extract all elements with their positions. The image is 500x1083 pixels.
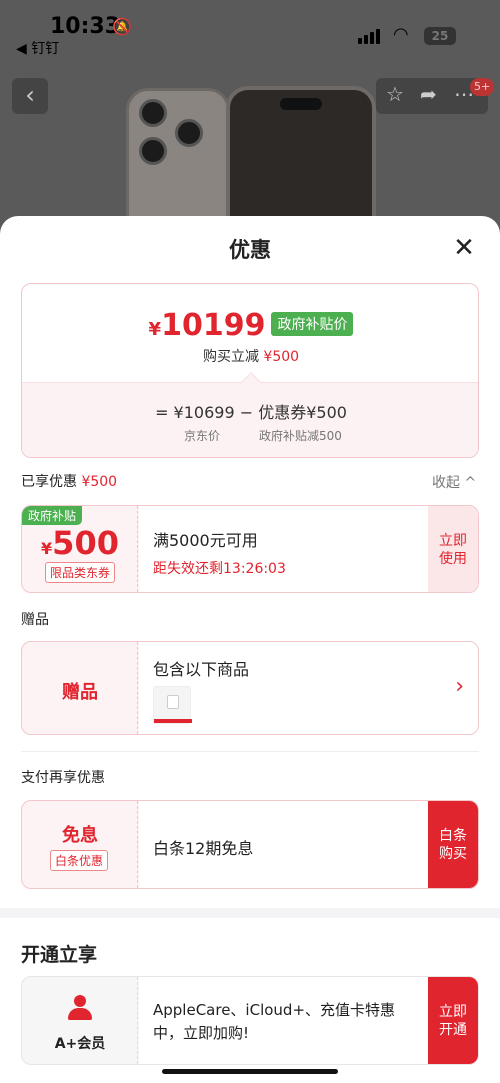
coupon-card: 政府补贴 ¥500 限品类东券 满5000元可用 距失效还剩13:26:03 已… (21, 505, 479, 593)
coupon-left: 政府补贴 ¥500 限品类东券 (22, 506, 138, 592)
section-gap (0, 908, 500, 918)
pay-section-label: 支付再享优惠 (21, 770, 105, 786)
star-icon[interactable]: ☆ (386, 82, 404, 106)
pay-title: 免息 (62, 825, 98, 846)
price-formula: = ¥10699 − 优惠券¥500 (155, 403, 347, 422)
close-icon[interactable]: ✕ (448, 232, 480, 264)
gift-left: 赠品 (22, 642, 138, 734)
camera-lens (139, 99, 167, 127)
divider (21, 751, 479, 752)
coupon-countdown: 距失效还剩13:26:03 (153, 561, 286, 577)
back-to-app-link[interactable]: ◀ 钉钉 (16, 38, 59, 58)
enjoyed-discount-label: 已享优惠 ¥500 (21, 471, 117, 491)
enjoyed-label-text: 已享优惠 (21, 474, 77, 490)
pay-left: 免息 白条优惠 (22, 801, 138, 888)
coupon-value: 500 (52, 524, 119, 562)
gov-reduction-label: 政府补贴减500 (259, 429, 342, 443)
thumbnail-strip (154, 719, 192, 723)
baitiao-button-line1: 白条 (439, 828, 467, 844)
gift-title: 赠品 (62, 682, 98, 703)
camera-lens (175, 119, 203, 147)
jd-price-label: 京东价 (184, 429, 221, 443)
price-reduction: 购买立减 ¥500 (22, 346, 478, 366)
charger-icon (167, 695, 179, 709)
pay-desc: 白条12期免息 (153, 839, 254, 858)
discount-sheet: 优惠 ✕ ¥10199 政府补贴价 购买立减 ¥500 = ¥10699 − 优惠… (0, 216, 500, 1083)
home-indicator (162, 1069, 338, 1074)
open-membership-button[interactable]: 立即 开通 (428, 977, 478, 1064)
coupon-condition: 满5000元可用 (153, 531, 258, 550)
membership-left: A+会员 (22, 977, 138, 1064)
price-breakdown: = ¥10699 − 优惠券¥500 京东价 政府补贴减500 (22, 382, 478, 457)
use-button-line2: 使用 (439, 551, 467, 567)
baitiao-button-line2: 购买 (439, 846, 467, 862)
battery-icon: 25 (424, 27, 456, 45)
signal-icon (358, 28, 382, 44)
final-price: ¥10199 政府补贴价 (22, 308, 478, 343)
wifi-icon: ◠ (393, 24, 409, 45)
membership-name: A+会员 (54, 1036, 106, 1052)
baitiao-tag: 白条优惠 (50, 850, 109, 871)
sheet-title: 优惠 (229, 238, 271, 262)
price-card: ¥10199 政府补贴价 购买立减 ¥500 = ¥10699 − 优惠券¥500… (21, 283, 479, 458)
enjoyed-amount: ¥500 (81, 474, 118, 490)
share-icon[interactable]: ➦ (420, 82, 437, 106)
user-icon (68, 995, 92, 1021)
use-coupon-button[interactable]: 立即 使用 (428, 506, 478, 592)
gov-subsidy-tag: 政府补贴价 (271, 312, 354, 336)
gift-product-thumbnail[interactable] (153, 686, 192, 724)
membership-card: A+会员 AppleCare、iCloud+、充值卡特惠中，立即加购! 立即 开… (21, 976, 479, 1065)
currency-symbol: ¥ (148, 319, 162, 340)
coupon-currency: ¥ (41, 539, 53, 558)
baitiao-buy-button[interactable]: 白条 购买 (428, 801, 478, 888)
reduction-amount: ¥500 (263, 349, 300, 365)
price-value: 10199 (161, 308, 266, 343)
gift-details: 包含以下商品 › (139, 642, 478, 734)
coupon-amount: ¥500 (22, 524, 138, 562)
use-button-line1: 立即 (439, 533, 467, 549)
gift-section-label: 赠品 (21, 612, 49, 628)
status-bar: 10:33 🔕 ◀ 钉钉 ◠ 25 (0, 0, 500, 60)
chevron-right-icon: › (455, 674, 464, 699)
message-badge: 5+ (470, 78, 495, 96)
dynamic-island (280, 98, 322, 110)
gov-subsidy-flag: 政府补贴 (22, 506, 83, 525)
membership-section-title: 开通立享 (21, 944, 98, 966)
membership-desc: AppleCare、iCloud+、充值卡特惠中，立即加购! (153, 1001, 396, 1042)
back-button[interactable]: ‹ (12, 78, 48, 114)
collapse-button[interactable]: 收起 ^ (432, 472, 476, 492)
mute-icon: 🔕 (112, 17, 132, 36)
pay-card: 免息 白条优惠 白条12期免息 白条 购买 (21, 800, 479, 889)
status-time: 10:33 (50, 14, 121, 39)
open-button-line2: 开通 (439, 1022, 467, 1038)
coupon-type-tag: 限品类东券 (45, 562, 116, 583)
open-button-line1: 立即 (439, 1004, 467, 1020)
camera-lens (139, 137, 167, 165)
gift-desc: 包含以下商品 (153, 660, 250, 679)
reduction-label: 购买立减 (202, 349, 259, 365)
gift-card[interactable]: 赠品 包含以下商品 › (21, 641, 479, 735)
